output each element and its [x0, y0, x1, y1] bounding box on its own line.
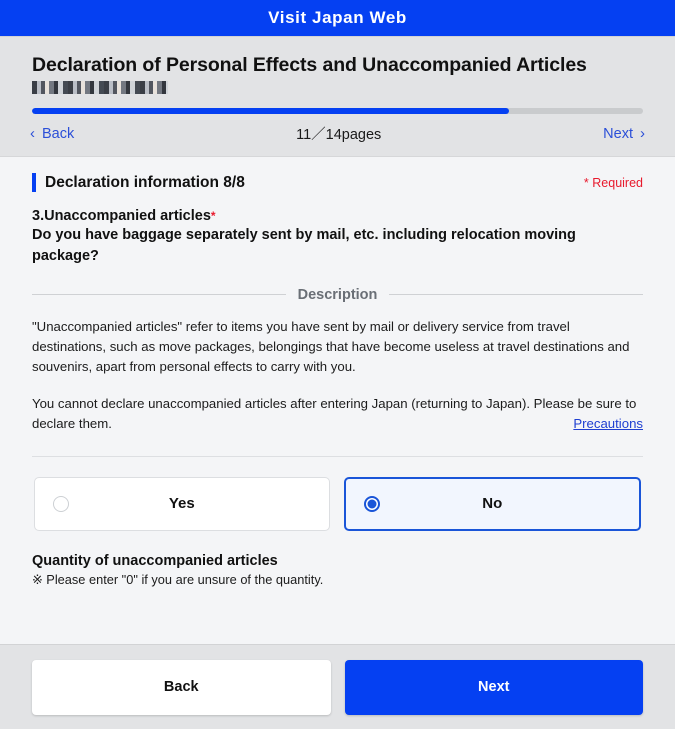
description-body: "Unaccompanied articles" refer to items …: [0, 303, 675, 434]
radio-no-dot-icon: [367, 499, 376, 509]
quantity-title: Quantity of unaccompanied articles: [32, 552, 278, 569]
description-paragraph-1: "Unaccompanied articles" refer to items …: [32, 318, 630, 374]
precautions-link[interactable]: Precautions: [573, 414, 643, 434]
choice-no-label: No: [482, 495, 503, 513]
pager-next-link[interactable]: Next ›: [603, 126, 645, 142]
question-block: 3.Unaccompanied articles* Do you have ba…: [0, 192, 675, 266]
question-number-text: 3.Unaccompanied articles: [32, 208, 211, 225]
main-content: Declaration information 8/8 * Required 3…: [0, 156, 675, 644]
pager-back-link[interactable]: ‹ Back: [30, 126, 74, 142]
next-button[interactable]: Next: [344, 659, 643, 715]
question-text: Do you have baggage separately sent by m…: [32, 227, 576, 264]
choice-no[interactable]: No: [343, 476, 641, 531]
quantity-note: ※ Please enter "0" if you are unsure of …: [32, 571, 324, 587]
required-note: * Required: [583, 176, 643, 191]
quantity-block: Quantity of unaccompanied articles ※ Ple…: [0, 531, 675, 588]
choice-yes[interactable]: Yes: [34, 476, 330, 531]
question-number-label: 3.Unaccompanied articles*: [32, 208, 643, 224]
description-rule-right: [389, 294, 644, 296]
required-asterisk-icon: *: [210, 209, 216, 224]
redacted-subtitle: [32, 81, 168, 95]
description-heading: Description: [297, 286, 378, 303]
app-root: Visit Japan Web Declaration of Personal …: [0, 0, 675, 729]
description-header: Description: [0, 287, 675, 303]
app-title: Visit Japan Web: [268, 8, 407, 27]
pager: ‹ Back 11／14pages Next ›: [0, 114, 675, 156]
choice-group: Yes No: [0, 457, 675, 531]
page-header: Declaration of Personal Effects and Unac…: [0, 36, 675, 157]
choice-yes-label: Yes: [168, 495, 195, 513]
description-paragraph-2-wrap: You cannot declare unaccompanied article…: [32, 394, 643, 434]
app-titlebar: Visit Japan Web: [0, 0, 675, 36]
description-paragraph-2: You cannot declare unaccompanied article…: [32, 395, 637, 431]
pager-count: 11／14pages: [296, 127, 382, 144]
chevron-right-icon: ›: [639, 125, 645, 143]
chevron-left-icon: ‹: [30, 125, 35, 143]
back-button[interactable]: Back: [32, 659, 331, 715]
accent-bar-icon: [32, 173, 36, 193]
radio-no-icon: [363, 495, 380, 512]
page-title: Declaration of Personal Effects and Unac…: [32, 54, 587, 76]
pager-back-label: Back: [42, 125, 75, 142]
footer-actions: Back Next: [0, 644, 675, 729]
pager-next-label: Next: [603, 125, 633, 142]
radio-yes-icon: [53, 495, 69, 512]
section-title-label: Declaration information 8/8: [45, 173, 245, 191]
section-title: Declaration information 8/8: [32, 173, 245, 193]
description-rule-left: [32, 294, 286, 296]
section-header: Declaration information 8/8 * Required: [0, 173, 675, 193]
